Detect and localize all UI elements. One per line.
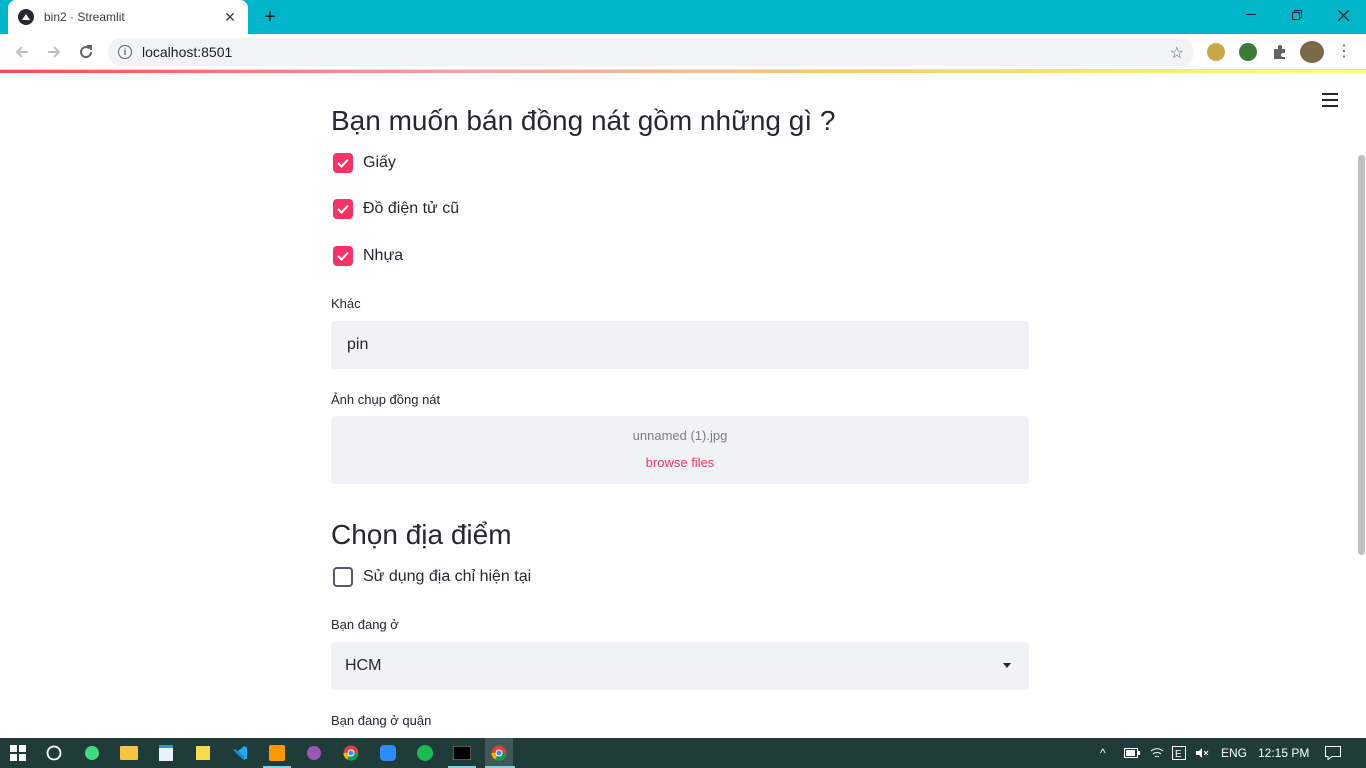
minimize-icon[interactable]: [1228, 0, 1274, 30]
chrome-icon[interactable]: [341, 743, 361, 763]
heading-items: Bạn muốn bán đồng nát gồm những gì ?: [331, 105, 836, 136]
notifications-icon[interactable]: [1325, 738, 1341, 768]
sticky-notes-icon[interactable]: [193, 743, 213, 763]
checkbox-label: Giấy: [363, 154, 396, 171]
profile-avatar[interactable]: [1300, 41, 1324, 63]
photo-label: Ảnh chụp đồng nát: [331, 392, 441, 407]
tab-close-icon[interactable]: ✕: [222, 9, 238, 26]
bookmark-star-icon[interactable]: ☆: [1170, 43, 1184, 63]
spotify-icon[interactable]: [415, 743, 435, 763]
file-explorer-icon[interactable]: [119, 743, 139, 763]
wifi-icon[interactable]: [1150, 738, 1164, 768]
extension-icon[interactable]: [1239, 43, 1257, 61]
checkbox-label: Đồ điện tử cũ: [363, 200, 460, 217]
tab-title: bin2 · Streamlit: [44, 10, 125, 24]
checkbox-unchecked-icon[interactable]: [333, 567, 353, 587]
other-label: Khác: [331, 296, 361, 311]
checkbox-label: Sử dụng địa chỉ hiện tại: [363, 568, 532, 585]
command-prompt-icon[interactable]: [452, 743, 472, 763]
language-indicator[interactable]: ENG: [1221, 738, 1247, 768]
scrollbar[interactable]: [1358, 155, 1365, 555]
browse-files-link[interactable]: browse files: [331, 455, 1029, 470]
cortana-search-icon[interactable]: [44, 743, 64, 763]
extensions-puzzle-icon[interactable]: [1271, 43, 1289, 61]
windows-start-icon[interactable]: [8, 743, 28, 763]
sublime-text-icon[interactable]: [267, 743, 287, 763]
checkbox-label: Nhựa: [363, 247, 404, 264]
close-window-icon[interactable]: [1320, 0, 1366, 30]
windows-taskbar: ^ E ENG 12:15 PM: [0, 738, 1366, 768]
hamburger-menu-icon[interactable]: [1322, 93, 1338, 107]
new-tab-icon[interactable]: +: [258, 6, 282, 28]
district-label: Bạn đang ở quận: [331, 713, 432, 728]
address-bar[interactable]: i localhost:8501 ☆: [108, 38, 1194, 66]
back-icon[interactable]: [10, 40, 34, 64]
file-uploader[interactable]: unnamed (1).jpg browse files: [331, 416, 1029, 484]
checkbox-checked-icon[interactable]: [333, 153, 353, 173]
svg-text:E: E: [1175, 749, 1182, 760]
app-icon[interactable]: [82, 743, 102, 763]
browser-tab-strip: bin2 · Streamlit ✕ +: [0, 0, 1366, 34]
chevron-down-icon: [1003, 663, 1011, 668]
vscode-icon[interactable]: [230, 743, 250, 763]
restore-icon[interactable]: [1274, 0, 1320, 30]
streamlit-favicon-icon: [18, 9, 34, 25]
forward-icon[interactable]: [42, 40, 66, 64]
battery-icon[interactable]: [1124, 738, 1140, 768]
heading-location: Chọn địa điểm: [331, 519, 512, 550]
show-hidden-icons-icon[interactable]: ^: [1100, 738, 1106, 768]
checkbox-do-dien-tu-cu[interactable]: Đồ điện tử cũ: [333, 199, 459, 219]
checkbox-checked-icon[interactable]: [333, 199, 353, 219]
city-select[interactable]: HCM: [331, 642, 1029, 690]
streamlit-app: Bạn muốn bán đồng nát gồm những gì ? Giấ…: [0, 73, 1366, 738]
site-info-icon[interactable]: i: [118, 45, 132, 59]
reload-icon[interactable]: [74, 40, 98, 64]
browser-tab[interactable]: bin2 · Streamlit ✕: [8, 0, 248, 34]
checkbox-giay[interactable]: Giấy: [333, 153, 396, 173]
checkbox-nhua[interactable]: Nhựa: [333, 246, 403, 266]
volume-muted-icon[interactable]: [1195, 738, 1209, 768]
chrome-menu-icon[interactable]: ⋮: [1336, 43, 1352, 61]
checkbox-checked-icon[interactable]: [333, 246, 353, 266]
city-selected-value: HCM: [345, 657, 382, 674]
app-icon[interactable]: [304, 743, 324, 763]
input-method-icon[interactable]: E: [1172, 738, 1186, 768]
zoom-icon[interactable]: [378, 743, 398, 763]
uploaded-filename: unnamed (1).jpg: [632, 428, 728, 443]
checkbox-use-current-address[interactable]: Sử dụng địa chỉ hiện tại: [333, 567, 531, 587]
browser-toolbar: i localhost:8501 ☆: [0, 34, 1366, 70]
city-label: Bạn đang ở: [331, 617, 399, 632]
chrome-active-icon[interactable]: [485, 738, 513, 768]
notepad-icon[interactable]: [156, 743, 176, 763]
url-text: localhost:8501: [142, 44, 233, 60]
extension-icon[interactable]: [1207, 43, 1225, 61]
clock[interactable]: 12:15 PM: [1258, 738, 1309, 768]
other-input[interactable]: pin: [331, 321, 1029, 369]
